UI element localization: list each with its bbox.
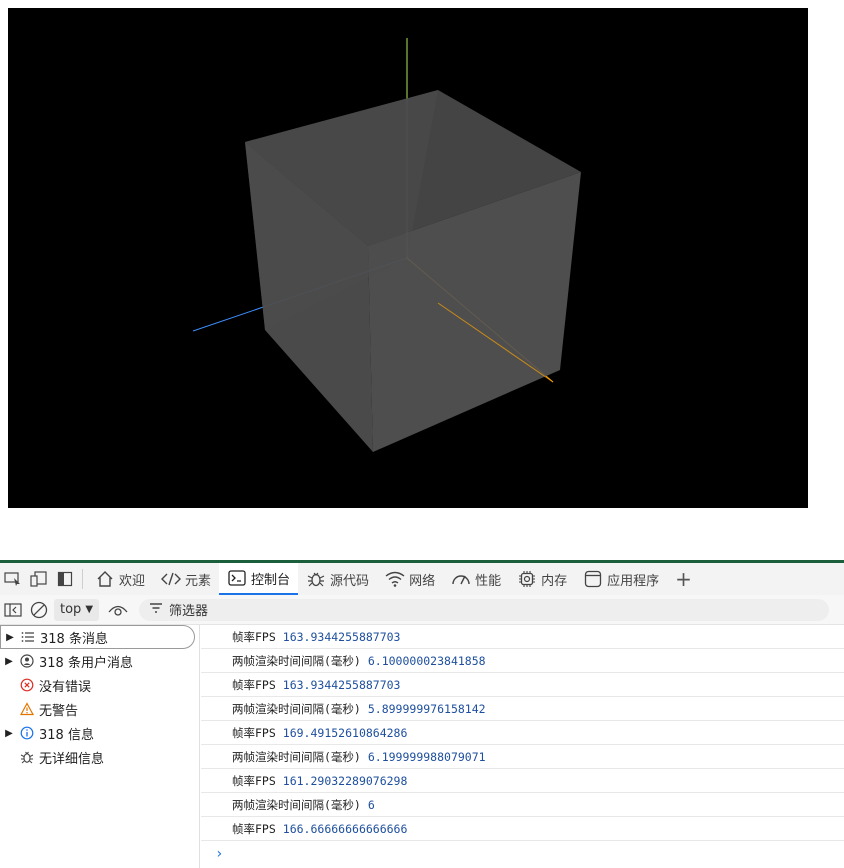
tab-application[interactable]: 应用程序 (575, 563, 667, 595)
error-icon (18, 678, 36, 692)
live-expression-eye-icon[interactable] (105, 597, 131, 623)
tab-welcome[interactable]: 欢迎 (87, 563, 153, 595)
expand-triangle-icon[interactable]: ▶ (0, 728, 18, 739)
add-tab-plus-icon[interactable]: + (667, 567, 700, 591)
message-label: 两帧渲染时间间隔(毫秒) (232, 797, 361, 812)
tab-elements[interactable]: 元素 (153, 563, 219, 595)
filter-placeholder: 筛选器 (169, 604, 209, 619)
message-value[interactable]: 6 (368, 798, 375, 812)
message-value[interactable]: 6.199999988079071 (368, 750, 486, 764)
tab-label: 内存 (541, 573, 568, 589)
show-sidebar-icon[interactable] (0, 597, 26, 623)
console-message-row: 帧率FPS 163.9344255887703 (201, 625, 844, 649)
tab-label: 性能 (475, 573, 502, 589)
tab-network[interactable]: 网络 (377, 563, 443, 595)
sidebar-item-user-messages[interactable]: ▶ 318 条用户消息 (0, 649, 199, 673)
message-label: 帧率FPS (232, 725, 276, 740)
message-label: 帧率FPS (232, 773, 276, 788)
inspect-element-icon[interactable] (0, 565, 26, 593)
console-message-row: 帧率FPS 166.66666666666666 (201, 817, 844, 841)
wifi-icon (385, 569, 405, 589)
tab-label: 欢迎 (119, 573, 146, 589)
sidebar-item-info[interactable]: ▶ 318 信息 (0, 721, 199, 745)
message-label: 两帧渲染时间间隔(毫秒) (232, 653, 361, 668)
tab-label: 网络 (409, 573, 436, 589)
list-icon (19, 631, 37, 643)
device-emulation-icon[interactable] (26, 565, 52, 593)
dock-side-icon[interactable] (52, 565, 78, 593)
tab-label: 应用程序 (607, 573, 660, 589)
message-label: 帧率FPS (232, 821, 276, 836)
console-message-row: 帧率FPS 161.29032289076298 (201, 769, 844, 793)
message-value[interactable]: 163.9344255887703 (283, 630, 401, 644)
clear-console-icon[interactable] (26, 597, 52, 623)
message-value[interactable]: 5.899999976158142 (368, 702, 486, 716)
console-message-row: 帧率FPS 163.9344255887703 (201, 673, 844, 697)
console-message-row: 两帧渲染时间间隔(毫秒) 6 (201, 793, 844, 817)
info-icon (18, 726, 36, 740)
app-icon (583, 569, 603, 589)
user-icon (18, 654, 36, 668)
code-icon (161, 569, 182, 589)
prompt-chevron-icon: › (215, 846, 224, 862)
dropdown-triangle-icon: ▼ (85, 604, 94, 615)
tab-memory[interactable]: 内存 (509, 563, 575, 595)
filter-icon (149, 602, 163, 618)
message-label: 帧率FPS (232, 629, 276, 644)
message-value[interactable]: 161.29032289076298 (283, 774, 408, 788)
page-area (0, 0, 844, 560)
sidebar-item-label: 318 信息 (39, 727, 94, 743)
console-filterbar: top ▼ 筛选器 (0, 595, 844, 625)
console-message-row: 两帧渲染时间间隔(毫秒) 5.899999976158142 (201, 697, 844, 721)
console-prompt[interactable]: › (201, 841, 844, 867)
message-value[interactable]: 166.66666666666666 (283, 822, 408, 836)
tab-sources[interactable]: 源代码 (298, 563, 377, 595)
filter-input[interactable]: 筛选器 (139, 598, 830, 621)
message-label: 帧率FPS (232, 677, 276, 692)
message-label: 两帧渲染时间间隔(毫秒) (232, 749, 361, 764)
tab-label: 控制台 (251, 572, 291, 588)
expand-triangle-icon[interactable]: ▶ (0, 656, 18, 667)
sidebar-item-label: 318 条用户消息 (39, 655, 133, 671)
console-output[interactable]: 帧率FPS 163.9344255887703 两帧渲染时间间隔(毫秒) 6.100… (201, 625, 844, 868)
console-sidebar: ▶ 318 条消息 ▶ 318 条用户消息 没有错误 无警告 ▶ 318 信息 (0, 625, 200, 868)
gauge-icon (451, 569, 471, 589)
tab-label: 元素 (185, 573, 212, 589)
context-selector[interactable]: top ▼ (54, 598, 100, 621)
console-icon (227, 568, 247, 588)
sidebar-item-label: 无详细信息 (39, 751, 105, 767)
webgl-canvas[interactable] (8, 8, 808, 508)
sidebar-item-messages[interactable]: ▶ 318 条消息 (0, 625, 195, 649)
console-message-row: 两帧渲染时间间隔(毫秒) 6.100000023841858 (201, 649, 844, 673)
tab-performance[interactable]: 性能 (443, 563, 509, 595)
tab-label: 源代码 (330, 573, 370, 589)
sidebar-item-label: 318 条消息 (40, 631, 108, 647)
sidebar-item-verbose[interactable]: 无详细信息 (0, 745, 199, 769)
context-selector-label: top (60, 602, 82, 617)
console-message-row: 帧率FPS 169.49152610864286 (201, 721, 844, 745)
message-value[interactable]: 169.49152610864286 (283, 726, 408, 740)
sidebar-item-warnings[interactable]: 无警告 (0, 697, 199, 721)
home-icon (95, 569, 115, 589)
verbose-bug-icon (18, 750, 36, 764)
expand-triangle-icon[interactable]: ▶ (1, 632, 19, 643)
tabbar-separator (82, 569, 83, 589)
message-value[interactable]: 6.100000023841858 (368, 654, 486, 668)
bug-icon (306, 569, 326, 589)
chip-icon (517, 569, 537, 589)
sidebar-item-label: 没有错误 (39, 679, 92, 695)
devtools-tabbar: 欢迎 元素 控制台 源代码 网络 性能 内存 应用程序 + (0, 563, 844, 595)
message-label: 两帧渲染时间间隔(毫秒) (232, 701, 361, 716)
tab-console[interactable]: 控制台 (219, 563, 299, 595)
warning-icon (18, 702, 36, 716)
console-message-row: 两帧渲染时间间隔(毫秒) 6.199999988079071 (201, 745, 844, 769)
message-value[interactable]: 163.9344255887703 (283, 678, 401, 692)
sidebar-item-label: 无警告 (39, 703, 79, 719)
devtools-panel: 欢迎 元素 控制台 源代码 网络 性能 内存 应用程序 + top ▼ 筛选器 … (0, 563, 844, 868)
sidebar-item-errors[interactable]: 没有错误 (0, 673, 199, 697)
scene-svg (192, 38, 581, 452)
